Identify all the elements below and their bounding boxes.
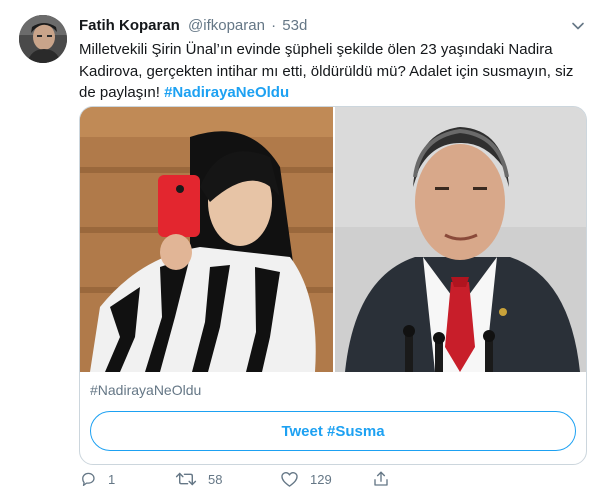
tweet-actions: 1 58 129 [79,468,599,494]
tweet-timestamp[interactable]: 53d [282,17,307,34]
share-icon [374,471,388,486]
reply-button[interactable]: 1 [79,468,115,490]
heart-icon [281,471,298,487]
tweet-header: Fatih Koparan @ifkoparan · 53d [79,16,307,36]
tweet-menu-button[interactable] [567,15,589,37]
author-name[interactable]: Fatih Koparan [79,17,180,34]
link-card[interactable]: #NadirayaNeOldu Tweet #Susma [79,106,587,465]
separator-dot: · [271,17,277,34]
like-button[interactable]: 129 [280,468,332,490]
tweet-body: Milletvekili Şirin Ünal’ın evinde şüphel… [79,41,574,101]
retweet-icon [175,472,197,486]
card-photo-left [80,107,333,372]
hashtag-link[interactable]: #NadirayaNeOldu [164,84,289,101]
avatar-image [19,15,67,63]
tweet: Fatih Koparan @ifkoparan · 53d Milletvek… [0,0,603,494]
author-handle[interactable]: @ifkoparan [188,17,265,34]
retweet-count: 58 [208,471,223,487]
like-count: 129 [310,471,332,487]
card-hashtag: #NadirayaNeOldu [90,382,202,398]
chevron-down-icon [572,22,584,30]
tweet-hashtag-button[interactable]: Tweet #Susma [90,411,576,451]
avatar[interactable] [19,15,67,63]
reply-icon [82,472,95,487]
share-button[interactable] [372,468,390,490]
tweet-text: Milletvekili Şirin Ünal’ın evinde şüphel… [79,39,589,104]
card-media[interactable] [80,107,586,372]
reply-count: 1 [108,471,116,487]
card-photo-right [335,107,586,372]
retweet-button[interactable]: 58 [175,468,222,490]
